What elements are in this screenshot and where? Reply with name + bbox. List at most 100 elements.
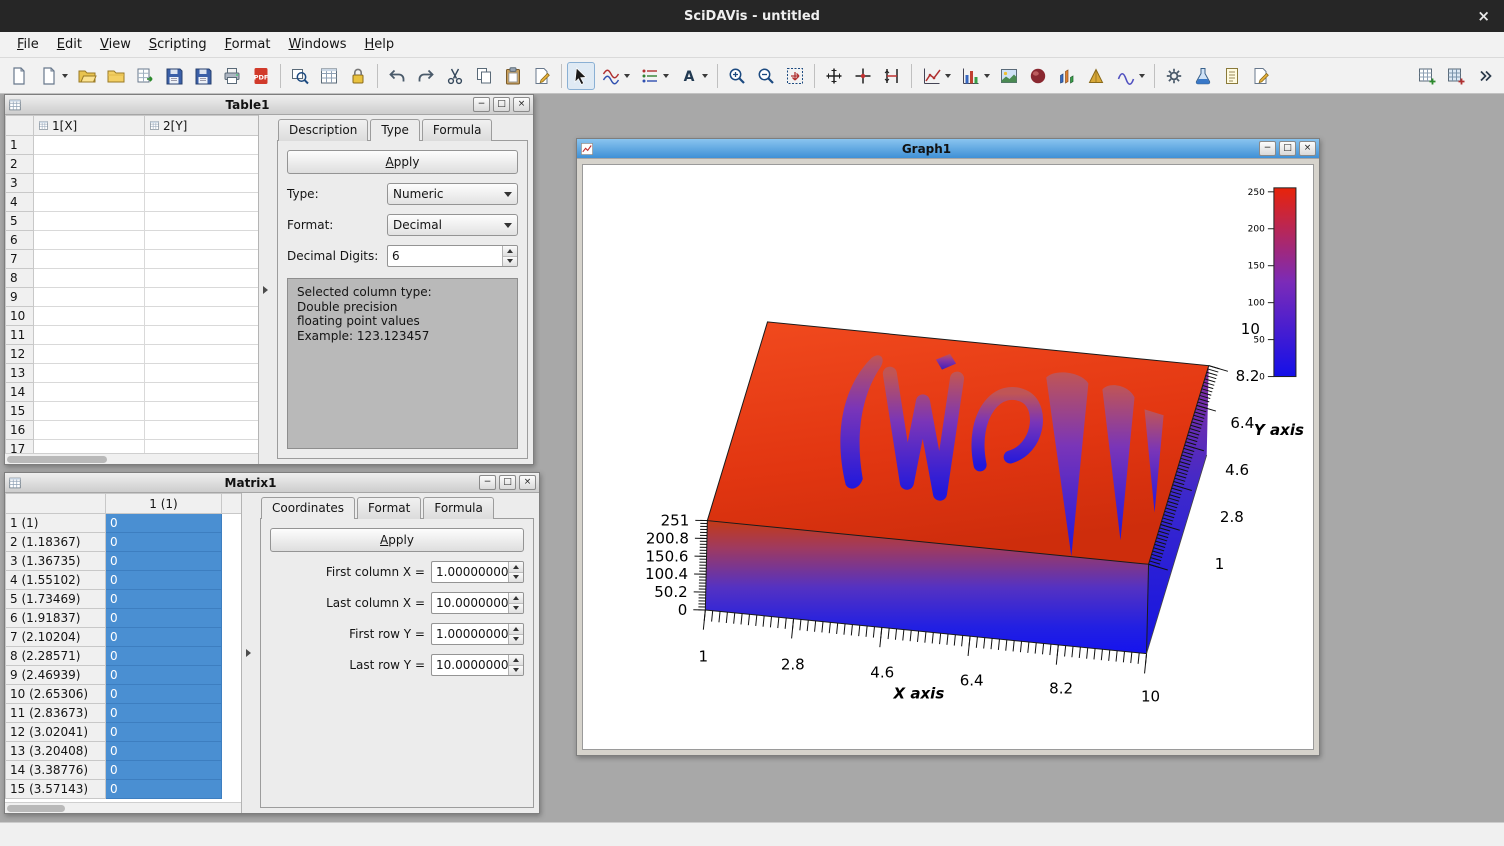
row-header[interactable]: 7 (2.10204): [6, 628, 106, 647]
matrix1-splitter[interactable]: [242, 493, 255, 813]
matrix-cell[interactable]: 0: [106, 552, 222, 571]
scrollbar-thumb[interactable]: [7, 456, 107, 463]
cell[interactable]: [145, 307, 259, 326]
cell[interactable]: [145, 326, 259, 345]
cell[interactable]: [145, 136, 259, 155]
row-number[interactable]: 12: [6, 345, 34, 364]
cell[interactable]: [34, 136, 145, 155]
row-number[interactable]: 3: [6, 174, 34, 193]
first-row-y-spinner[interactable]: 1.00000000: [431, 623, 524, 645]
plot-canvas[interactable]: 12.84.66.48.210 12.84.66.48.210 050.2100…: [582, 164, 1314, 750]
table1-tab-description[interactable]: Description: [278, 119, 368, 141]
menu-view[interactable]: View: [91, 32, 140, 57]
matrix1-hscrollbar[interactable]: [5, 802, 241, 813]
maximize-button[interactable]: □: [499, 475, 516, 490]
matrix1-titlebar[interactable]: Matrix1 − □ ×: [5, 473, 539, 493]
table1-titlebar[interactable]: Table1 − □ ×: [5, 95, 533, 115]
apply-button[interactable]: Apply: [270, 528, 524, 552]
row-header[interactable]: 5 (1.73469): [6, 590, 106, 609]
plot-3d-bars-button[interactable]: [1053, 62, 1081, 90]
row-header[interactable]: 6 (1.91837): [6, 609, 106, 628]
save-template-button[interactable]: [189, 62, 217, 90]
matrix-cell[interactable]: 0: [106, 647, 222, 666]
row-header[interactable]: 14 (3.38776): [6, 761, 106, 780]
edit-function-button[interactable]: [528, 62, 556, 90]
row-header[interactable]: 10 (2.65306): [6, 685, 106, 704]
row-number[interactable]: 16: [6, 421, 34, 440]
style-tools-button[interactable]: [635, 62, 673, 90]
undo-button[interactable]: [383, 62, 411, 90]
zoom-out-button[interactable]: [752, 62, 780, 90]
cell[interactable]: [145, 421, 259, 440]
curve-tools-button[interactable]: [596, 62, 634, 90]
cell[interactable]: [145, 174, 259, 193]
paste-selection-button[interactable]: [499, 62, 527, 90]
cell[interactable]: [145, 212, 259, 231]
matrix-cell[interactable]: 0: [106, 533, 222, 552]
cell[interactable]: [34, 383, 145, 402]
cut-selection-button[interactable]: [441, 62, 469, 90]
row-number[interactable]: 6: [6, 231, 34, 250]
cell[interactable]: [34, 212, 145, 231]
minimize-button[interactable]: −: [479, 475, 496, 490]
cell[interactable]: [34, 307, 145, 326]
cell[interactable]: [34, 326, 145, 345]
close-button[interactable]: ×: [513, 97, 530, 112]
spin-up-button[interactable]: [509, 655, 523, 666]
cell[interactable]: [34, 440, 145, 454]
cell[interactable]: [145, 383, 259, 402]
cell[interactable]: [145, 231, 259, 250]
plot-column-button[interactable]: [956, 62, 994, 90]
row-number[interactable]: 13: [6, 364, 34, 383]
rescale-to-show-all-button[interactable]: [781, 62, 809, 90]
screen-reader-button[interactable]: [820, 62, 848, 90]
row-number[interactable]: 5: [6, 212, 34, 231]
plot-line-button[interactable]: [917, 62, 955, 90]
plot-image-button[interactable]: [995, 62, 1023, 90]
table1-splitter[interactable]: [259, 115, 272, 464]
matrix-cell[interactable]: 0: [106, 666, 222, 685]
project-explorer-button[interactable]: [286, 62, 314, 90]
row-number[interactable]: 11: [6, 326, 34, 345]
format-combo[interactable]: Decimal: [387, 214, 518, 236]
row-number[interactable]: 14: [6, 383, 34, 402]
last-column-x-spinner[interactable]: 10.0000000: [431, 592, 524, 614]
decimal-digits-spinner[interactable]: 6: [387, 245, 518, 267]
row-header[interactable]: 15 (3.57143): [6, 780, 106, 799]
row-number[interactable]: 10: [6, 307, 34, 326]
cell[interactable]: [34, 402, 145, 421]
app-titlebar[interactable]: SciDAVis - untitled ×: [0, 0, 1504, 32]
zoom-in-button[interactable]: [723, 62, 751, 90]
select-data-range-button[interactable]: [878, 62, 906, 90]
matrix-cell[interactable]: 0: [106, 628, 222, 647]
row-header[interactable]: 1 (1): [6, 514, 106, 533]
new-matrix-button[interactable]: [1442, 62, 1470, 90]
spin-down-button[interactable]: [509, 573, 523, 583]
cell[interactable]: [145, 345, 259, 364]
spin-down-button[interactable]: [509, 635, 523, 645]
plot-pie-button[interactable]: [1024, 62, 1052, 90]
cell[interactable]: [145, 155, 259, 174]
cell[interactable]: [145, 250, 259, 269]
first-column-x-spinner[interactable]: 1.00000000: [431, 561, 524, 583]
graph1-titlebar[interactable]: Graph1 − □ ×: [577, 139, 1319, 159]
row-header[interactable]: 2 (1.18367): [6, 533, 106, 552]
row-header[interactable]: 12 (3.02041): [6, 723, 106, 742]
spin-down-button[interactable]: [509, 604, 523, 614]
open-project-button[interactable]: [73, 62, 101, 90]
menu-windows[interactable]: Windows: [279, 32, 355, 57]
cell[interactable]: [34, 155, 145, 174]
matrix1-tab-coordinates[interactable]: Coordinates: [261, 497, 355, 519]
copy-selection-button[interactable]: [470, 62, 498, 90]
text-tools-button[interactable]: [674, 62, 712, 90]
fit-dialog-button[interactable]: [1189, 62, 1217, 90]
matrix-cell[interactable]: 0: [106, 571, 222, 590]
row-header[interactable]: 13 (3.20408): [6, 742, 106, 761]
cell[interactable]: [145, 288, 259, 307]
cell[interactable]: [34, 231, 145, 250]
data-reader-button[interactable]: [849, 62, 877, 90]
matrix-cell[interactable]: 0: [106, 685, 222, 704]
new-project-button[interactable]: [5, 62, 33, 90]
cell[interactable]: [34, 250, 145, 269]
new-note-button[interactable]: [1218, 62, 1246, 90]
